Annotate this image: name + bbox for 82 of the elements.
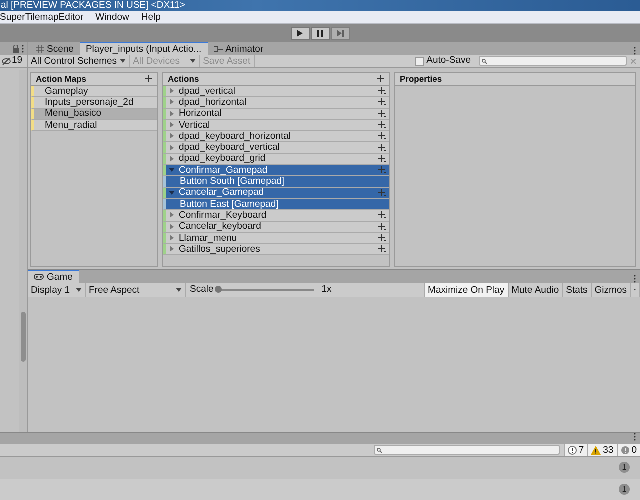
action-row[interactable]: dpad_vertical bbox=[163, 86, 389, 98]
action-row[interactable]: dpad_keyboard_grid bbox=[163, 154, 389, 166]
step-icon bbox=[336, 30, 344, 36]
add-icon[interactable] bbox=[378, 98, 386, 106]
console-search-field[interactable] bbox=[374, 445, 560, 455]
action-row[interactable]: Cancelar_keyboard bbox=[163, 222, 389, 233]
add-icon[interactable] bbox=[378, 245, 386, 254]
action-row[interactable]: dpad_keyboard_vertical bbox=[163, 142, 389, 154]
close-icon[interactable] bbox=[631, 58, 636, 64]
action-row[interactable]: Cancelar_Gamepad bbox=[163, 188, 389, 199]
play-button[interactable] bbox=[290, 26, 310, 40]
caret-icon bbox=[190, 59, 196, 63]
hidden-count: 19 bbox=[12, 56, 23, 66]
log-count-toggle[interactable]: 0 bbox=[616, 444, 640, 456]
action-row[interactable]: Vertical bbox=[163, 120, 389, 132]
action-row[interactable]: dpad_keyboard_horizontal bbox=[163, 131, 389, 142]
log-count-toggle[interactable]: 33 bbox=[587, 444, 617, 456]
binding-row[interactable]: Button East [Gamepad] bbox=[163, 198, 389, 210]
menu-item[interactable]: Help bbox=[141, 12, 161, 22]
search-field[interactable] bbox=[479, 56, 627, 66]
lock-icon[interactable] bbox=[13, 44, 19, 52]
add-icon[interactable] bbox=[378, 87, 386, 96]
editor-tab[interactable]: Scene bbox=[30, 42, 80, 55]
add-icon[interactable] bbox=[378, 132, 386, 140]
animator-icon bbox=[214, 46, 223, 52]
scale-label: Scale bbox=[190, 285, 214, 295]
menu-item[interactable]: Window bbox=[96, 12, 130, 22]
grid-icon bbox=[36, 45, 44, 53]
control-schemes-dropdown[interactable]: All Control Schemes bbox=[28, 55, 130, 67]
editor-tab[interactable]: Animator bbox=[208, 42, 270, 55]
toggle-button[interactable]: Maximize On Play bbox=[424, 283, 508, 297]
add-icon[interactable] bbox=[378, 211, 386, 220]
pause-icon bbox=[317, 30, 323, 36]
action-row[interactable]: dpad_horizontal bbox=[163, 97, 389, 109]
action-row[interactable]: Llamar_menu bbox=[163, 232, 389, 244]
hidden-eye-icon[interactable] bbox=[2, 58, 11, 64]
auto-save-checkbox[interactable] bbox=[414, 56, 424, 66]
add-icon[interactable] bbox=[377, 75, 385, 83]
slider-thumb[interactable] bbox=[214, 286, 222, 293]
binding-row[interactable]: Button South [Gamepad] bbox=[163, 176, 389, 188]
action-row[interactable]: Confirmar_Keyboard bbox=[163, 210, 389, 222]
panel-title: Actions bbox=[168, 74, 200, 84]
console-row[interactable]: 1 bbox=[0, 478, 640, 500]
add-icon[interactable] bbox=[145, 75, 153, 83]
add-icon[interactable] bbox=[378, 234, 386, 242]
gamepad-icon bbox=[34, 274, 44, 280]
scale-reading: 1x bbox=[322, 285, 332, 295]
add-icon[interactable] bbox=[378, 222, 386, 231]
play-icon bbox=[297, 30, 303, 36]
panel-title: Properties bbox=[400, 74, 442, 84]
log-count-toggle[interactable]: 7 bbox=[564, 444, 588, 456]
add-icon[interactable] bbox=[378, 154, 386, 163]
window-title: al [PREVIEW PACKAGES IN USE] <DX11> bbox=[1, 0, 186, 10]
caret-icon bbox=[176, 288, 182, 292]
caret-icon bbox=[120, 59, 126, 63]
action-row[interactable]: Horizontal bbox=[163, 108, 389, 120]
action-map-row[interactable]: Inputs_personaje_2d bbox=[31, 97, 157, 109]
game-tab[interactable]: Game bbox=[28, 270, 79, 283]
pause-button[interactable] bbox=[310, 26, 330, 40]
warning-icon bbox=[591, 446, 602, 454]
action-map-row[interactable]: Gameplay bbox=[31, 86, 157, 98]
count-badge: 1 bbox=[619, 484, 630, 495]
add-icon[interactable] bbox=[378, 144, 386, 152]
caret-icon bbox=[76, 288, 82, 292]
search-icon bbox=[482, 58, 487, 64]
editor-tab[interactable]: Player_inputs (Input Actio... bbox=[80, 42, 208, 55]
info-icon bbox=[568, 446, 577, 454]
action-map-row[interactable]: Menu_radial bbox=[31, 120, 157, 132]
add-icon[interactable] bbox=[378, 110, 386, 118]
action-row[interactable]: Gatillos_superiores bbox=[163, 244, 389, 256]
action-map-row[interactable]: Menu_basico bbox=[31, 108, 157, 120]
expanded-icon[interactable] bbox=[169, 167, 175, 174]
menu-item[interactable]: SuperTilemapEditor bbox=[0, 12, 84, 22]
expanded-icon[interactable] bbox=[169, 190, 175, 196]
search-icon bbox=[376, 448, 382, 452]
toggle-button[interactable]: Gizmos bbox=[590, 283, 630, 297]
count-badge: 1 bbox=[619, 462, 630, 474]
scrollbar[interactable] bbox=[19, 70, 27, 432]
action-row[interactable]: Confirmar_Gamepad bbox=[163, 165, 389, 176]
auto-save-label: Auto-Save bbox=[426, 56, 471, 66]
add-icon[interactable] bbox=[378, 121, 386, 130]
panel-title: Action Maps bbox=[36, 74, 87, 84]
